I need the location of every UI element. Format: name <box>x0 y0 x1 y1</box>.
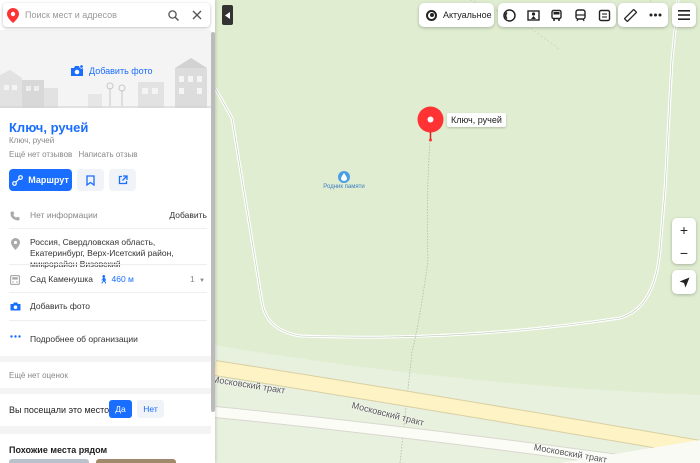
add-photo-label: Добавить фото <box>30 301 90 311</box>
transit-count: 1 <box>189 274 195 284</box>
hamburger-icon <box>678 10 690 20</box>
no-reviews-text: Ещё нет отзывов <box>9 150 73 159</box>
similar-places-title: Похожие места рядом <box>9 445 108 455</box>
divider <box>9 228 207 229</box>
bus-layer-icon[interactable] <box>545 3 569 27</box>
panorama-icon[interactable] <box>522 3 546 27</box>
section-separator <box>0 356 211 362</box>
route-label: Маршрут <box>28 175 69 185</box>
place-title[interactable]: Ключ, ручей <box>9 120 88 135</box>
sidebar-scrollbar[interactable] <box>211 32 215 412</box>
ruler-icon[interactable] <box>619 3 643 27</box>
zoom-control: + − <box>672 218 696 264</box>
section-separator <box>0 426 211 434</box>
reviews-line: Ещё нет отзывов Написать отзыв <box>9 150 138 159</box>
no-ratings-text: Ещё нет оценок <box>9 371 68 380</box>
route-icon <box>12 174 24 186</box>
water-drop-icon <box>338 171 350 183</box>
share-button[interactable] <box>109 169 136 191</box>
tools-toolbar <box>618 3 668 27</box>
actual-label: Актуальное <box>443 10 492 20</box>
camera-icon <box>71 65 84 76</box>
divider <box>9 320 207 321</box>
parking-icon[interactable] <box>592 3 616 27</box>
more-about-label: Подробнее об организации <box>30 334 138 344</box>
search-box <box>3 3 210 27</box>
bookmark-icon <box>86 174 95 186</box>
transit-stop-name: Сад Каменушка <box>30 274 93 284</box>
visited-no-button[interactable]: Нет <box>137 400 164 418</box>
location-arrow-icon <box>679 277 689 287</box>
phone-row: Нет информации Добавить <box>0 210 211 221</box>
share-icon <box>118 175 128 185</box>
bookmark-button[interactable] <box>77 169 104 191</box>
transit-distance: 460 м <box>111 274 134 284</box>
locate-button[interactable] <box>672 270 696 294</box>
transit-count-group: 1 ▼ <box>190 274 205 287</box>
search-input[interactable] <box>25 10 158 20</box>
sidebar: Добавить фото Ключ, ручей Ключ, ручей Ещ… <box>0 0 215 463</box>
route-button[interactable]: Маршрут <box>9 169 72 191</box>
phone-text: Нет информации <box>30 210 98 220</box>
camera-icon <box>0 301 30 311</box>
divider <box>9 264 207 265</box>
search-icon[interactable] <box>164 6 182 24</box>
address-text[interactable]: Россия, Свердловская область, Екатеринбу… <box>30 237 211 270</box>
location-icon <box>0 237 30 250</box>
menu-button[interactable] <box>672 3 696 27</box>
divider <box>9 292 207 293</box>
phone-add-link[interactable]: Добавить <box>169 210 207 221</box>
actual-layer-button[interactable]: Актуальное <box>419 3 494 27</box>
more-icon[interactable] <box>644 3 668 27</box>
actual-icon <box>426 9 437 21</box>
chevron-down-icon: ▼ <box>199 278 205 284</box>
transit-row[interactable]: Сад Каменушка 🚶︎ 460 м 1 ▼ <box>0 274 211 287</box>
traffic-icon[interactable] <box>498 3 522 27</box>
collapse-sidebar-button[interactable] <box>222 5 233 25</box>
transport-icon[interactable] <box>569 3 593 27</box>
section-separator <box>0 388 211 394</box>
visited-yes-button[interactable]: Да <box>109 400 132 418</box>
zoom-out-button[interactable]: − <box>672 241 696 264</box>
map-pin-icon[interactable] <box>417 106 444 142</box>
layers-toolbar <box>498 3 616 27</box>
poi-spring[interactable]: Родник памяти <box>320 171 368 190</box>
similar-place-thumbnail[interactable] <box>9 459 89 463</box>
transit-info: Сад Каменушка 🚶︎ 460 м <box>30 274 190 285</box>
add-photo-header-button[interactable]: Добавить фото <box>70 65 153 77</box>
map-pin-logo-icon <box>7 7 19 23</box>
zoom-in-button[interactable]: + <box>672 218 696 241</box>
pin-label: Ключ, ручей <box>447 113 506 127</box>
add-photo-row[interactable]: Добавить фото <box>0 301 211 312</box>
more-about-row[interactable]: Подробнее об организации <box>0 334 211 345</box>
address-row: Россия, Свердловская область, Екатеринбу… <box>0 237 211 270</box>
phone-icon <box>0 210 30 221</box>
visited-question: Вы посещали это место? <box>9 405 115 415</box>
write-review-link[interactable]: Написать отзыв <box>79 150 138 159</box>
more-dots-icon <box>0 334 30 338</box>
transit-stop-icon <box>0 274 30 285</box>
close-icon[interactable] <box>188 6 206 24</box>
add-photo-header-label: Добавить фото <box>89 66 153 76</box>
chevron-left-icon <box>225 11 230 19</box>
similar-place-thumbnail[interactable] <box>96 459 176 463</box>
walk-icon: 🚶︎ <box>98 274 110 284</box>
place-subtitle: Ключ, ручей <box>9 136 55 145</box>
poi-label: Родник памяти <box>323 184 365 190</box>
